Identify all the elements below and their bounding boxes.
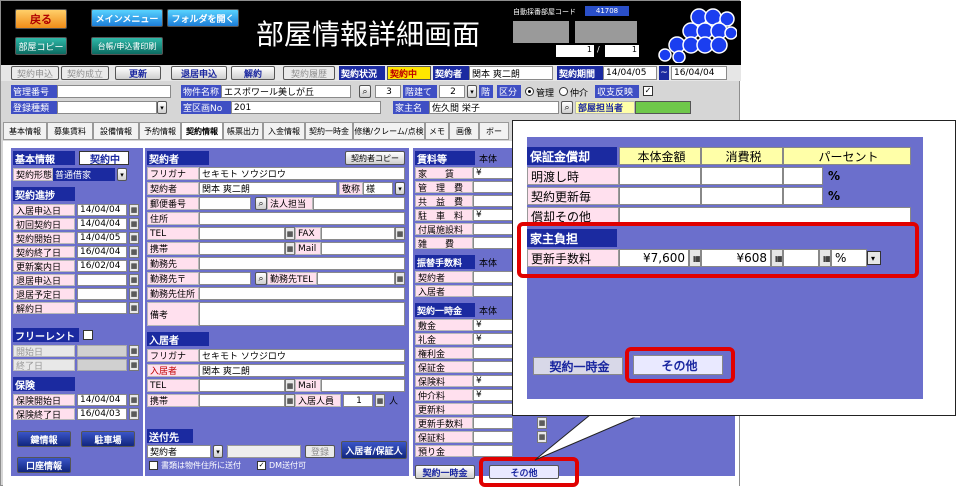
zoom-col-amount: 本体金額 xyxy=(619,147,701,165)
zoom-row-amount[interactable] xyxy=(619,167,701,185)
highlight-other-tab-zoom xyxy=(625,347,735,383)
zoom-row-pct-unit: % xyxy=(828,169,841,183)
zoom-row-label: 契約更新毎 xyxy=(527,187,619,205)
zoom-col-tax: 消費税 xyxy=(701,147,783,165)
zoom-tab-lump[interactable]: 契約一時金 xyxy=(533,357,623,375)
highlight-landlord-burden xyxy=(517,222,919,278)
zoom-col-percent: パーセント xyxy=(783,147,911,165)
zoom-row-tax[interactable] xyxy=(701,187,783,205)
zoom-head: 保証金償却 xyxy=(527,147,617,165)
zoom-row-label: 明渡し時 xyxy=(527,167,619,185)
zoom-callout: 保証金償却 本体金額 消費税 パーセント 明渡し時 % 契約更新毎 % 償却その… xyxy=(512,120,956,416)
zoom-row-tax[interactable] xyxy=(701,167,783,185)
zoom-row-pct-unit: % xyxy=(828,189,841,203)
zoom-row-amount[interactable] xyxy=(619,187,701,205)
zoom-row-percent[interactable] xyxy=(783,167,823,185)
zoom-row-percent[interactable] xyxy=(783,187,823,205)
